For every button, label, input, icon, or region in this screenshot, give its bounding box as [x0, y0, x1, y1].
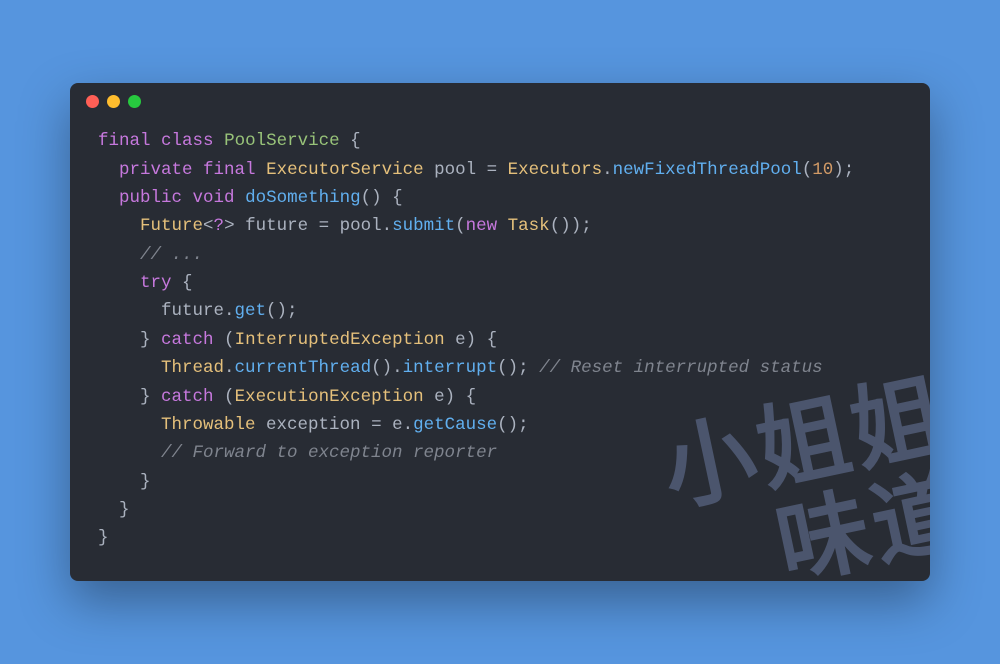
close-icon[interactable] [86, 95, 99, 108]
parens: () [361, 188, 382, 208]
parens-dot: (). [371, 358, 403, 378]
paren-close-brace: ) { [445, 387, 477, 407]
brace-close: } [140, 472, 151, 492]
dot: . [602, 160, 613, 180]
brace-close: } [98, 528, 109, 548]
paren-open: ( [802, 160, 813, 180]
keyword-try: try [140, 273, 172, 293]
indent [98, 387, 140, 407]
space [497, 216, 508, 236]
paren-close-brace: ) { [466, 330, 498, 350]
equals: = e. [371, 415, 413, 435]
minimize-icon[interactable] [107, 95, 120, 108]
fn-newfixedthreadpool: newFixedThreadPool [613, 160, 802, 180]
indent [98, 443, 161, 463]
indent [98, 472, 140, 492]
indent [98, 500, 119, 520]
type-future: Future [140, 216, 203, 236]
type-thread: Thread [161, 358, 224, 378]
number-10: 10 [812, 160, 833, 180]
keyword-new: new [466, 216, 498, 236]
paren-open: ( [214, 387, 235, 407]
type-executorservice: ExecutorService [266, 160, 424, 180]
stmt-end: (); [497, 358, 539, 378]
comment-reset: // Reset interrupted status [539, 358, 823, 378]
lt: < [203, 216, 214, 236]
indent [98, 415, 161, 435]
paren-open: ( [455, 216, 466, 236]
gt: > [224, 216, 235, 236]
dot: . [224, 358, 235, 378]
fn-currentthread: currentThread [235, 358, 372, 378]
brace-close: } [140, 330, 161, 350]
zoom-icon[interactable] [128, 95, 141, 108]
keyword-catch: catch [161, 387, 214, 407]
indent [98, 301, 161, 321]
paren-close: ); [833, 160, 854, 180]
type-executors: Executors [508, 160, 603, 180]
equals: = [487, 160, 508, 180]
indent [98, 188, 119, 208]
var-pool: pool [424, 160, 487, 180]
fn-interrupt: interrupt [403, 358, 498, 378]
class-name: PoolService [224, 131, 340, 151]
equals-pool: = pool. [319, 216, 393, 236]
expr-future: future. [161, 301, 235, 321]
fn-getcause: getCause [413, 415, 497, 435]
fn-dosomething: doSomething [245, 188, 361, 208]
type-interruptedexception: InterruptedException [235, 330, 445, 350]
indent [98, 245, 140, 265]
space [235, 188, 246, 208]
indent [98, 160, 119, 180]
indent [98, 216, 140, 236]
wildcard: ? [214, 216, 225, 236]
var-e: e [424, 387, 445, 407]
indent [98, 330, 140, 350]
fn-submit: submit [392, 216, 455, 236]
keyword-final: final [203, 160, 256, 180]
var-e: e [445, 330, 466, 350]
type-task: Task [508, 216, 550, 236]
keyword-class: class [161, 131, 214, 151]
var-future: future [235, 216, 319, 236]
keyword-catch: catch [161, 330, 214, 350]
brace-close: } [119, 500, 130, 520]
brace-close: } [140, 387, 161, 407]
stmt-end: (); [266, 301, 298, 321]
paren-close: ()); [550, 216, 592, 236]
stmt-end: (); [497, 415, 529, 435]
indent [98, 273, 140, 293]
fn-get: get [235, 301, 267, 321]
code-window: final class PoolService { private final … [70, 83, 930, 580]
brace-open: { [340, 131, 361, 151]
keyword-public: public [119, 188, 182, 208]
keyword-void: void [193, 188, 235, 208]
type-executionexception: ExecutionException [235, 387, 424, 407]
indent [98, 358, 161, 378]
keyword-final: final [98, 131, 151, 151]
code-block: final class PoolService { private final … [70, 119, 930, 580]
paren-open: ( [214, 330, 235, 350]
brace-open: { [382, 188, 403, 208]
window-titlebar [70, 83, 930, 119]
brace-open: { [172, 273, 193, 293]
comment-forward: // Forward to exception reporter [161, 443, 497, 463]
keyword-private: private [119, 160, 193, 180]
comment-ellipsis: // ... [140, 245, 203, 265]
type-throwable: Throwable [161, 415, 256, 435]
var-exception: exception [256, 415, 372, 435]
